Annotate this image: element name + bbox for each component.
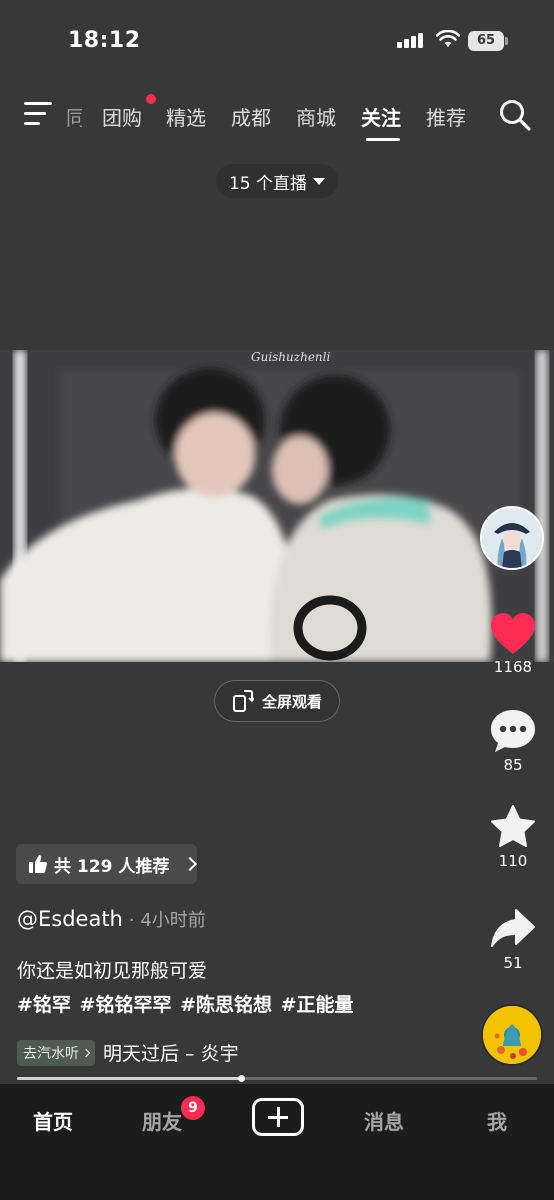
battery-icon: 65 — [468, 31, 508, 51]
tab-group-buy[interactable]: 团购 — [102, 102, 142, 131]
tab-partial[interactable]: 同城 — [66, 102, 82, 131]
post-caption: 你还是如初见那般可爱 — [17, 960, 208, 982]
music-disc[interactable] — [481, 1004, 543, 1066]
bottom-tab-bar: 首页 朋友 9 消息 我 — [0, 1084, 554, 1200]
like-button[interactable]: 1168 — [480, 612, 546, 676]
favorite-button[interactable]: 110 — [480, 804, 546, 870]
tab-following[interactable]: 关注 — [361, 102, 401, 131]
share-button[interactable]: 51 — [480, 908, 546, 972]
friends-badge: 9 — [181, 1096, 205, 1120]
top-nav: 同城 团购 精选 成都 商城 关注 推荐 — [0, 90, 554, 142]
tab-recommend[interactable]: 推荐 — [426, 102, 466, 131]
post-hashtags[interactable]: #铭罕 #铭铭罕罕 #陈思铭想 #正能量 — [17, 990, 354, 1017]
share-count: 51 — [503, 954, 523, 972]
cellular-signal-icon — [397, 32, 425, 48]
author-name[interactable]: @Esdeath — [17, 907, 123, 931]
favorite-count: 110 — [498, 852, 528, 870]
music-row[interactable]: 去汽水听 明天过后 – 炎宇 — [17, 1039, 239, 1066]
comment-count: 85 — [503, 756, 523, 774]
tab-chengdu[interactable]: 成都 — [231, 102, 271, 131]
tab-mall[interactable]: 商城 — [296, 102, 336, 131]
chevron-right-icon — [183, 856, 198, 872]
battery-level: 65 — [468, 31, 504, 51]
progress-fill — [17, 1077, 241, 1080]
status-time: 18:12 — [68, 28, 141, 53]
soda-music-label: 去汽水听 — [23, 1045, 79, 1062]
live-count-label: 15 个直播 — [228, 173, 308, 194]
menu-icon[interactable] — [24, 102, 54, 126]
dropdown-caret-icon — [313, 177, 326, 185]
comment-icon — [491, 710, 535, 752]
heart-icon — [491, 613, 535, 654]
tab-me[interactable]: 我 — [487, 1106, 507, 1135]
fullscreen-label: 全屏观看 — [261, 692, 322, 711]
fullscreen-button[interactable]: 全屏观看 — [214, 680, 340, 722]
create-button[interactable] — [252, 1098, 304, 1136]
thumbs-up-icon — [29, 855, 48, 873]
live-count-button[interactable]: 15 个直播 — [216, 164, 338, 198]
share-icon — [491, 909, 535, 947]
progress-knob[interactable] — [237, 1075, 245, 1082]
tab-home[interactable]: 首页 — [33, 1106, 73, 1135]
wifi-icon — [436, 30, 460, 47]
author-avatar[interactable] — [480, 506, 544, 570]
video-player[interactable]: Guishuzhenli — [0, 350, 554, 662]
tab-featured[interactable]: 精选 — [166, 102, 206, 131]
tab-messages[interactable]: 消息 — [364, 1106, 404, 1135]
notification-dot — [146, 94, 156, 104]
music-title: 明天过后 – 炎宇 — [103, 1043, 239, 1065]
active-tab-indicator — [366, 138, 400, 141]
tab-friends[interactable]: 朋友 — [142, 1106, 182, 1135]
status-bar: 18:12 65 — [0, 0, 554, 80]
rotate-screen-icon — [232, 690, 254, 712]
chevron-right-icon — [81, 1048, 91, 1057]
soda-music-chip[interactable]: 去汽水听 — [17, 1039, 95, 1066]
recommend-label: 共 129 人推荐 — [54, 856, 170, 877]
video-frame — [0, 350, 554, 662]
author-line: @Esdeath · 4小时前 — [17, 906, 206, 932]
star-icon — [491, 805, 535, 847]
like-count: 1168 — [493, 658, 533, 676]
comment-button[interactable]: 85 — [480, 708, 546, 774]
video-watermark: Guishuzhenli — [251, 350, 331, 364]
video-progress-bar[interactable] — [17, 1075, 537, 1082]
post-time: · 4小时前 — [128, 910, 206, 931]
recommend-chip[interactable]: 共 129 人推荐 — [16, 844, 198, 884]
search-icon[interactable] — [498, 98, 532, 132]
